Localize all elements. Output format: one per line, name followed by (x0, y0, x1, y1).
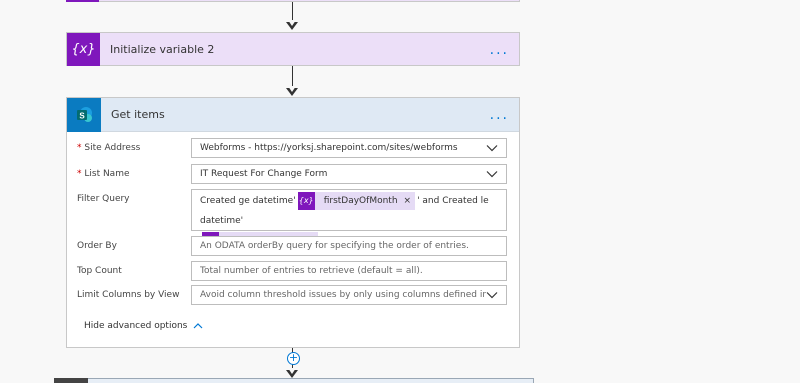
variable-token-firstdayofmonth[interactable]: {x} firstDayOfMonth × (297, 191, 416, 211)
token-label: firstDayOfMonth (323, 195, 398, 206)
variable-icon: {x} (67, 33, 100, 66)
limit-columns-dropdown[interactable]: Avoid column threshold issues by only us… (191, 285, 507, 305)
order-by-row: Order By An ODATA orderBy query for spec… (77, 236, 507, 256)
chevron-up-icon (193, 323, 203, 329)
svg-text:S: S (79, 111, 85, 120)
connector-arrow (286, 20, 298, 30)
step-title: Initialize variable 2 (110, 43, 215, 56)
site-address-label: * Site Address (77, 143, 141, 153)
chevron-down-icon[interactable] (486, 289, 498, 301)
top-count-placeholder: Total number of entries to retrieve (def… (200, 266, 423, 276)
site-address-value: Webforms - https://yorksj.sharepoint.com… (200, 143, 458, 153)
list-name-row: * List Name IT Request For Change Form (77, 164, 507, 184)
site-address-row: * Site Address Webforms - https://yorksj… (77, 138, 507, 158)
remove-token-icon[interactable]: × (404, 191, 416, 211)
order-by-label: Order By (77, 241, 117, 251)
previous-step-icon (66, 0, 99, 2)
previous-step-card[interactable] (66, 0, 520, 2)
site-address-dropdown[interactable]: Webforms - https://yorksj.sharepoint.com… (191, 138, 507, 158)
order-by-input[interactable]: An ODATA orderBy query for specifying th… (191, 236, 507, 256)
step-title: Get items (111, 108, 165, 121)
initialize-variable-card[interactable]: {x} Initialize variable 2 ... (66, 32, 520, 66)
connector-arrow (286, 86, 298, 96)
limit-columns-label: Limit Columns by View (77, 290, 180, 300)
list-name-value: IT Request For Change Form (200, 169, 328, 179)
required-marker: * (77, 169, 82, 179)
hide-advanced-options-button[interactable]: Hide advanced options (84, 321, 203, 331)
next-step-icon (54, 378, 88, 383)
add-step-button[interactable]: + (287, 352, 300, 365)
variable-icon: {x} (297, 191, 315, 210)
list-name-label: * List Name (77, 169, 130, 179)
top-count-row: Top Count Total number of entries to ret… (77, 261, 507, 281)
sharepoint-icon: S (67, 97, 101, 132)
chevron-down-icon[interactable] (486, 142, 498, 154)
filter-query-label: Filter Query (77, 194, 130, 204)
next-step-card[interactable] (54, 378, 534, 383)
more-options-button[interactable]: ... (490, 43, 509, 57)
filter-text-before: Created ge datetime' (200, 196, 296, 206)
top-count-label: Top Count (77, 266, 122, 276)
chevron-down-icon[interactable] (486, 168, 498, 180)
limit-columns-placeholder: Avoid column threshold issues by only us… (200, 290, 486, 300)
list-name-dropdown[interactable]: IT Request For Change Form (191, 164, 507, 184)
required-marker: * (77, 143, 82, 153)
get-items-card: S Get items ... * Site Address Webforms … (66, 97, 520, 348)
order-by-placeholder: An ODATA orderBy query for specifying th… (200, 241, 469, 251)
top-count-input[interactable]: Total number of entries to retrieve (def… (191, 261, 507, 281)
limit-columns-row: Limit Columns by View Avoid column thres… (77, 285, 507, 305)
more-options-button[interactable]: ... (490, 108, 509, 122)
filter-query-input[interactable]: Created ge datetime' {x} firstDayOfMonth × '… (191, 189, 507, 250)
advanced-toggle-label: Hide advanced options (84, 321, 188, 331)
connector-arrow (286, 368, 298, 378)
filter-query-row: Filter Query Created ge datetime' {x} firs… (77, 189, 507, 250)
